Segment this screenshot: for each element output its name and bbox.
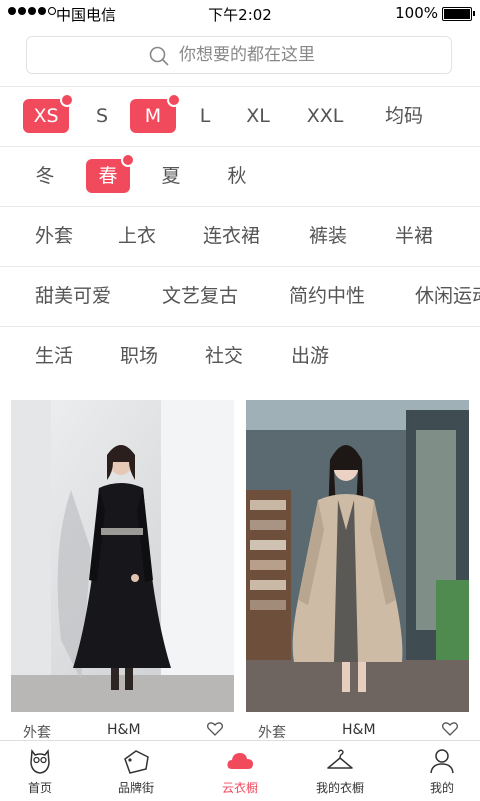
size-chip-xxl[interactable]: XXL xyxy=(298,99,352,133)
category-option[interactable]: 外套 xyxy=(35,219,73,253)
model-black-dress-image xyxy=(11,400,234,712)
search-icon xyxy=(149,46,169,66)
style-option[interactable]: 文艺复古 xyxy=(162,279,238,313)
bottom-tab-bar: 首页 品牌街 云衣橱 我的衣橱 我的 xyxy=(0,740,480,801)
tab-label: 我的 xyxy=(429,781,454,795)
season-chip-spring[interactable]: 春 xyxy=(86,153,135,193)
cloud-icon xyxy=(227,753,253,769)
tab-my-wardrobe[interactable]: 我的衣橱 xyxy=(292,741,388,801)
tab-brand-street[interactable]: 品牌街 xyxy=(88,741,184,801)
size-chip-m[interactable]: M xyxy=(130,93,181,133)
tab-label: 我的衣橱 xyxy=(315,781,364,795)
size-filter-row: XS S M L XL XXL 均码 xyxy=(0,86,480,147)
owl-icon xyxy=(30,748,50,774)
model-trench-coat-image xyxy=(246,400,469,712)
occasion-filter-row: 生活 职场 社交 出游 xyxy=(0,326,480,387)
occasion-option[interactable]: 生活 xyxy=(35,339,73,373)
season-chip-winter[interactable]: 冬 xyxy=(28,159,62,193)
style-option[interactable]: 简约中性 xyxy=(289,279,365,313)
status-bar: 中国电信 下午2:02 100% xyxy=(0,0,480,28)
selected-dot xyxy=(121,153,135,167)
hanger-icon xyxy=(327,749,353,769)
season-chip-summer[interactable]: 夏 xyxy=(154,159,188,193)
product-card[interactable]: 外套 H&M xyxy=(11,400,234,740)
person-icon xyxy=(430,749,454,774)
selected-dot xyxy=(167,93,181,107)
occasion-option[interactable]: 职场 xyxy=(120,339,158,373)
battery-icon xyxy=(442,7,475,21)
occasion-option[interactable]: 社交 xyxy=(205,339,243,373)
product-meta: 外套 H&M xyxy=(11,722,234,740)
tab-label: 云衣橱 xyxy=(221,781,258,795)
style-option[interactable]: 休闲运动 xyxy=(415,279,480,313)
style-filter-row: 甜美可爱 文艺复古 简约中性 休闲运动 xyxy=(0,266,480,327)
size-chip-xs[interactable]: XS xyxy=(23,93,74,133)
season-filter-row: 冬 春 夏 秋 xyxy=(0,146,480,207)
product-brand: H&M xyxy=(342,722,376,738)
style-option[interactable]: 甜美可爱 xyxy=(35,279,111,313)
search-box[interactable] xyxy=(26,36,452,74)
product-grid: 外套 H&M 外套 H&M xyxy=(0,386,480,740)
heart-icon[interactable] xyxy=(206,720,224,738)
search-bar xyxy=(0,28,480,86)
category-filter-row: 外套 上衣 连衣裙 裤装 半裙 xyxy=(0,206,480,267)
selected-dot xyxy=(60,93,74,107)
occasion-option[interactable]: 出游 xyxy=(291,339,329,373)
size-chip-s[interactable]: S xyxy=(84,99,120,133)
search-input[interactable] xyxy=(179,37,439,73)
category-option[interactable]: 连衣裙 xyxy=(203,219,260,253)
season-chip-autumn[interactable]: 秋 xyxy=(220,159,254,193)
product-meta: 外套 H&M xyxy=(246,722,469,740)
size-chip-l[interactable]: L xyxy=(186,99,224,133)
brand-tag-icon xyxy=(124,750,149,774)
product-photo[interactable] xyxy=(246,400,469,712)
heart-icon[interactable] xyxy=(441,720,459,738)
product-category: 外套 xyxy=(258,725,286,740)
size-chip-xl[interactable]: XL xyxy=(236,99,280,133)
tab-label: 首页 xyxy=(27,781,52,795)
tab-home[interactable]: 首页 xyxy=(0,741,88,801)
category-option[interactable]: 半裙 xyxy=(395,219,433,253)
tab-label: 品牌街 xyxy=(117,781,154,795)
product-category: 外套 xyxy=(23,725,51,740)
category-option[interactable]: 裤装 xyxy=(309,219,347,253)
product-card[interactable]: 外套 H&M xyxy=(246,400,469,740)
tab-me[interactable]: 我的 xyxy=(394,741,480,801)
product-brand: H&M xyxy=(107,722,141,738)
category-option[interactable]: 上衣 xyxy=(118,219,156,253)
tab-cloud-wardrobe[interactable]: 云衣橱 xyxy=(192,741,288,801)
product-photo[interactable] xyxy=(11,400,234,712)
battery-percent: 100% xyxy=(395,4,438,22)
size-chip-onesize[interactable]: 均码 xyxy=(376,99,432,133)
